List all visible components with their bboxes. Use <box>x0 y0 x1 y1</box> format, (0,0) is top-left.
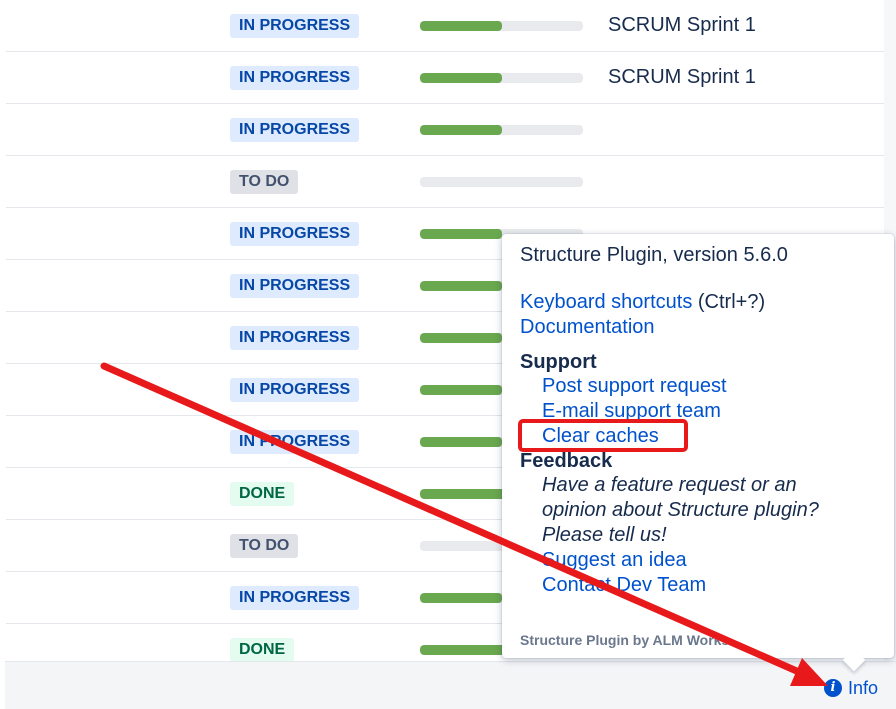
progress-bar-fill <box>420 333 502 343</box>
status-lozenge: IN PROGRESS <box>230 118 360 142</box>
table-row[interactable]: IN PROGRESS SCRUM Sprint 1 <box>6 0 884 52</box>
keyboard-shortcuts-label: Keyboard shortcuts <box>520 291 693 313</box>
table-row[interactable]: TO DO <box>6 156 884 208</box>
progress-bar-fill <box>420 281 502 291</box>
documentation-link[interactable]: Documentation <box>520 315 884 340</box>
status-lozenge: TO DO <box>230 170 299 194</box>
status-lozenge: TO DO <box>230 534 299 558</box>
progress-bar-fill <box>420 125 502 135</box>
status-lozenge: IN PROGRESS <box>230 222 360 246</box>
progress-bar-fill <box>420 21 502 31</box>
status-lozenge: IN PROGRESS <box>230 66 360 90</box>
progress-bar <box>420 177 583 187</box>
feedback-text-line-1: Have a feature request or an <box>542 474 797 496</box>
grid-footer <box>5 661 896 709</box>
popup-footer-text: Structure Plugin by ALM Works <box>520 632 730 648</box>
sprint-cell: SCRUM Sprint 1 <box>608 66 756 88</box>
keyboard-shortcuts-link[interactable]: Keyboard shortcuts (Ctrl+?) <box>520 290 884 315</box>
feedback-text-line-2: opinion about Structure plugin? <box>542 499 819 521</box>
feedback-text-line-3: Please tell us! <box>542 524 667 546</box>
progress-bar <box>420 73 583 83</box>
status-lozenge: DONE <box>230 482 295 506</box>
progress-bar-fill <box>420 593 502 603</box>
support-heading: Support <box>520 351 597 373</box>
status-lozenge: IN PROGRESS <box>230 326 360 350</box>
status-lozenge: IN PROGRESS <box>230 274 360 298</box>
info-button[interactable]: i Info <box>824 676 878 700</box>
status-lozenge: IN PROGRESS <box>230 14 360 38</box>
info-label: Info <box>848 677 879 698</box>
popup-title: Structure Plugin, version 5.6.0 <box>520 244 788 266</box>
suggest-idea-link[interactable]: Suggest an idea <box>542 548 884 573</box>
contact-dev-team-link[interactable]: Contact Dev Team <box>542 573 884 598</box>
table-row[interactable]: IN PROGRESS SCRUM Sprint 1 <box>6 52 884 104</box>
status-lozenge: IN PROGRESS <box>230 586 360 610</box>
progress-bar <box>420 125 583 135</box>
status-lozenge: DONE <box>230 638 295 661</box>
feedback-heading: Feedback <box>520 450 613 472</box>
info-circle-icon: i <box>824 679 842 697</box>
status-lozenge: IN PROGRESS <box>230 378 360 402</box>
table-row[interactable]: IN PROGRESS <box>6 104 884 156</box>
sprint-cell: SCRUM Sprint 1 <box>608 14 756 36</box>
progress-bar-fill <box>420 437 502 447</box>
post-support-request-link[interactable]: Post support request <box>542 374 884 399</box>
progress-bar <box>420 21 583 31</box>
annotation-highlight-box <box>518 419 688 452</box>
progress-bar-fill <box>420 229 502 239</box>
progress-bar-fill <box>420 73 502 83</box>
status-lozenge: IN PROGRESS <box>230 430 360 454</box>
keyboard-shortcuts-hint: (Ctrl+?) <box>697 291 766 313</box>
progress-bar-fill <box>420 385 502 395</box>
